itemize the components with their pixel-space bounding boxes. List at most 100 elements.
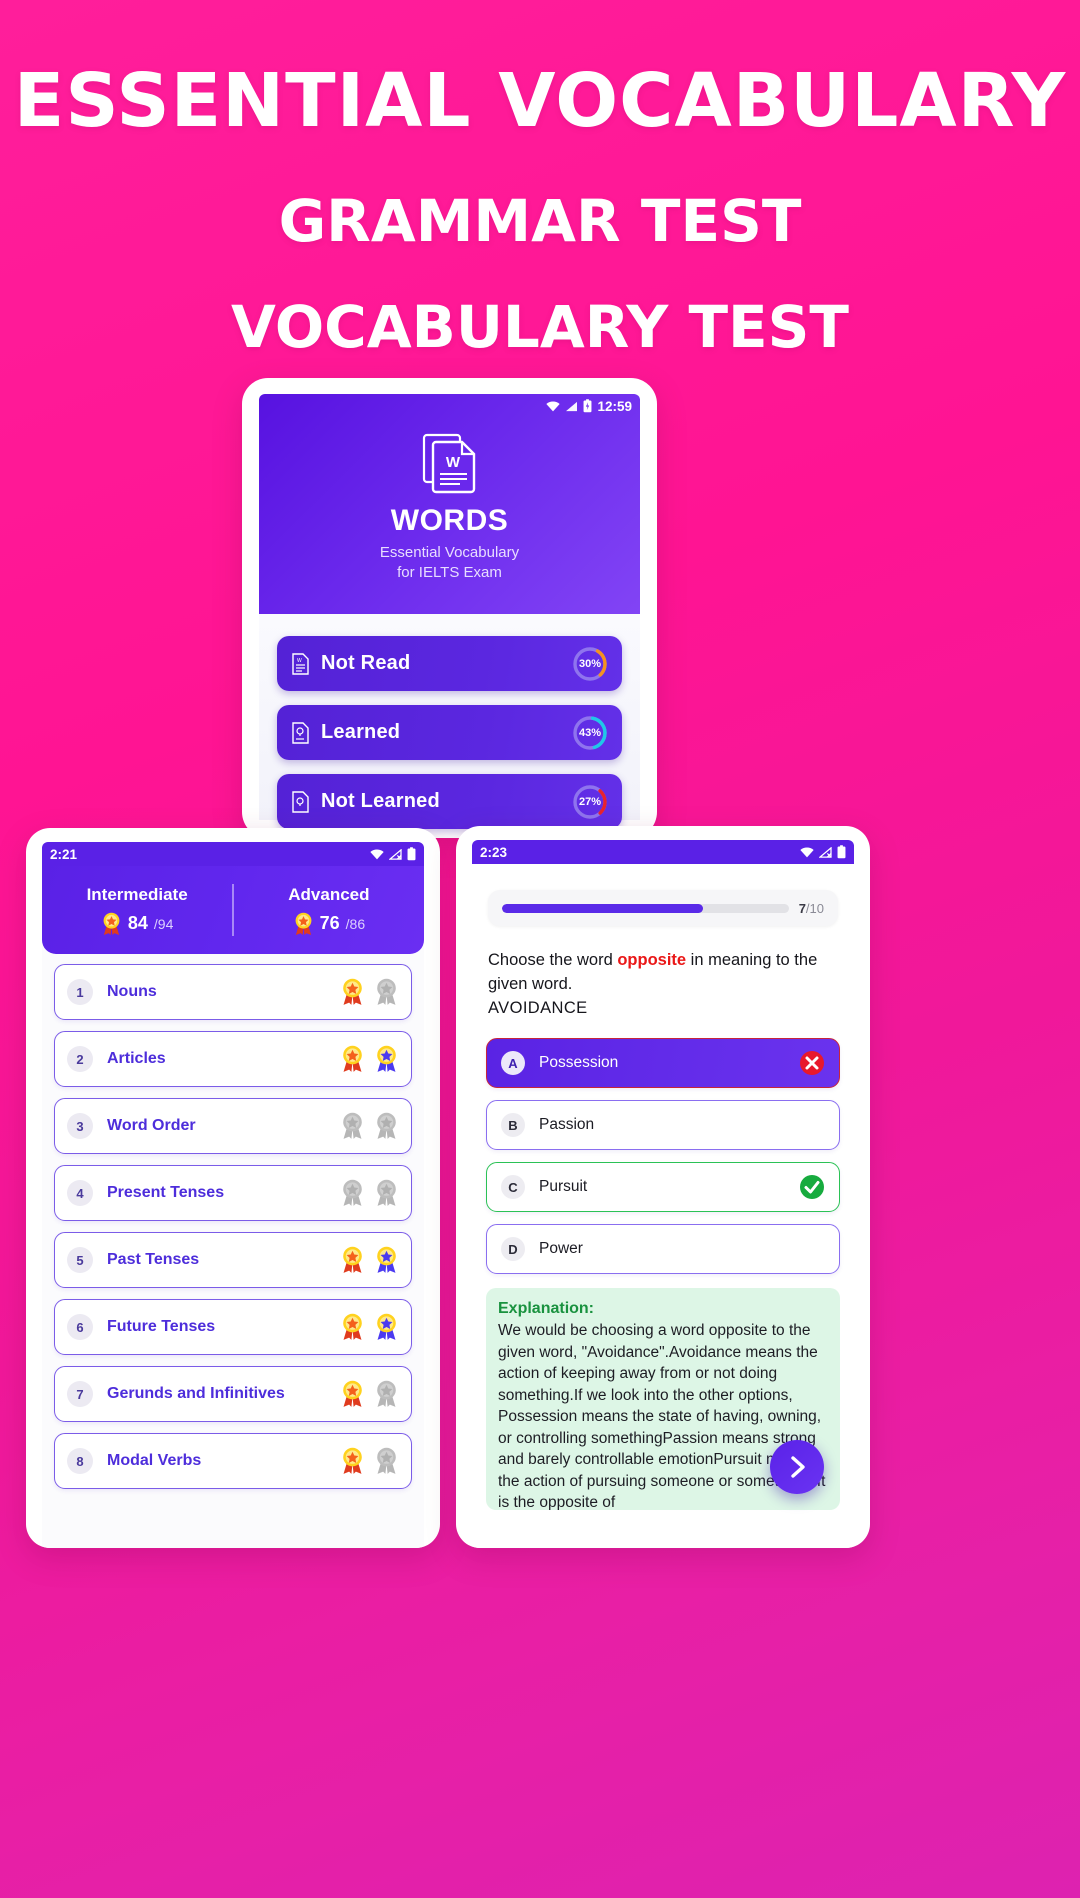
- answer-option-b[interactable]: B Passion: [486, 1100, 840, 1150]
- topic-label: Gerunds and Infinitives: [107, 1385, 285, 1402]
- status-time: 12:59: [597, 398, 632, 414]
- topic-label: Modal Verbs: [107, 1452, 202, 1469]
- answer-option-a[interactable]: A Possession: [486, 1038, 840, 1088]
- progress-ring-not-learned: 27%: [572, 784, 608, 820]
- progress-bar-track: [502, 903, 789, 913]
- medal-gold-icon: [343, 1380, 362, 1407]
- word-document-icon: W: [422, 433, 475, 493]
- status-time: 2:23: [480, 844, 508, 860]
- stat-card-not-learned[interactable]: Not Learned 27%: [277, 774, 622, 829]
- topic-badges: [340, 1313, 399, 1341]
- stat-percent: 30%: [578, 657, 602, 670]
- phone-mockup-topics: 2:21 Intermediate 84/94 Advanced 76 /86 …: [26, 828, 440, 1548]
- topic-badges: [340, 1246, 399, 1274]
- progress-ring-learned: 43%: [572, 715, 608, 751]
- option-text: Passion: [539, 1116, 595, 1133]
- topic-label: Future Tenses: [107, 1318, 216, 1335]
- battery-icon: [837, 845, 846, 859]
- answer-options: A Possession B Passion C Pursuit D Power: [486, 1038, 840, 1274]
- medal-gold-icon: [295, 912, 312, 935]
- level-advanced[interactable]: Advanced 76/86: [234, 885, 424, 936]
- topic-row[interactable]: 6 Future Tenses: [54, 1299, 412, 1355]
- topic-number: 4: [67, 1180, 93, 1206]
- next-question-button[interactable]: [770, 1440, 824, 1494]
- option-key: A: [501, 1051, 525, 1075]
- medal-grey-icon: [377, 1112, 396, 1139]
- medal-gold-icon: [343, 1045, 362, 1072]
- stat-label: Learned: [321, 721, 401, 743]
- topic-number: 8: [67, 1448, 93, 1474]
- level-intermediate[interactable]: Intermediate 84/94: [42, 885, 232, 936]
- topic-row[interactable]: 5 Past Tenses: [54, 1232, 412, 1288]
- progress-count: 7/10: [799, 901, 824, 916]
- signal-off-icon: [389, 848, 402, 860]
- wifi-icon: [800, 847, 814, 857]
- topics-screen: 2:21 Intermediate 84/94 Advanced 76 /86 …: [42, 842, 424, 1548]
- question-prefix: Choose the word: [488, 951, 618, 969]
- headline-secondary: GRAMMAR TEST: [278, 187, 802, 255]
- phone-mockup-quiz: 2:23 7/10 Choose the word opposite in me…: [456, 826, 870, 1548]
- signal-icon: [566, 401, 578, 411]
- svg-text:W: W: [445, 454, 460, 471]
- stat-label: Not Read: [321, 652, 411, 674]
- check-icon: [800, 1175, 824, 1199]
- app-title: WORDS: [390, 503, 509, 537]
- topic-badges: [340, 1179, 399, 1207]
- medal-gold-icon: [343, 1246, 362, 1273]
- answer-option-d[interactable]: D Power: [486, 1224, 840, 1274]
- level-score-total: /86: [345, 915, 366, 932]
- topic-row[interactable]: 4 Present Tenses: [54, 1165, 412, 1221]
- status-bar-quiz: 2:23: [472, 840, 854, 864]
- topic-badges: [340, 978, 399, 1006]
- option-key: C: [501, 1175, 525, 1199]
- level-score: 84/94: [42, 912, 232, 936]
- stat-card-learned[interactable]: Learned 43%: [277, 705, 622, 760]
- progress-ring-not-read: 30%: [572, 646, 608, 682]
- topic-row[interactable]: 3 Word Order: [54, 1098, 412, 1154]
- topic-badges: [340, 1380, 399, 1408]
- app-subtitle-line-1: Essential Vocabulary: [379, 543, 520, 561]
- topic-list: 1 Nouns 2 Articles 3 Word Order 4 Present Tense…: [42, 954, 424, 1489]
- answer-option-c[interactable]: C Pursuit: [486, 1162, 840, 1212]
- topic-row[interactable]: 7 Gerunds and Infinitives: [54, 1366, 412, 1422]
- app-subtitle: Essential Vocabulary for IELTS Exam: [380, 543, 519, 583]
- medal-grey-icon: [343, 1112, 362, 1139]
- medal-grey-icon: [377, 1380, 396, 1407]
- medal-grey-icon: [377, 978, 396, 1005]
- topic-row[interactable]: 1 Nouns: [54, 964, 412, 1020]
- progress-bar-fill: [502, 903, 703, 913]
- stat-label: Not Learned: [321, 790, 440, 812]
- home-stat-cards: W Not Read 30% Learned 43% Not Learned 2…: [259, 614, 640, 829]
- quiz-screen: 2:23 7/10 Choose the word opposite in me…: [472, 840, 854, 1548]
- doc-word-icon: W: [292, 652, 309, 675]
- topic-row[interactable]: 2 Articles: [54, 1031, 412, 1087]
- level-name: Intermediate: [86, 884, 188, 904]
- progress-current: 7: [798, 900, 806, 916]
- level-name: Advanced: [288, 884, 370, 904]
- topic-badges: [340, 1447, 399, 1475]
- medal-gold-icon: [343, 1313, 362, 1340]
- medal-blue-icon: [377, 1246, 396, 1273]
- level-score-value: 84: [127, 913, 148, 933]
- doc-bulb-icon: [292, 721, 309, 744]
- topic-number: 6: [67, 1314, 93, 1340]
- topic-number: 2: [67, 1046, 93, 1072]
- topic-row[interactable]: 8 Modal Verbs: [54, 1433, 412, 1489]
- option-text: Possession: [539, 1054, 619, 1071]
- headline-tertiary: VOCABULARY TEST: [231, 293, 849, 361]
- phone-mockup-home: 12:59 W WORDS Essential Vocabulary for I…: [242, 378, 657, 838]
- medal-gold-icon: [343, 1447, 362, 1474]
- option-text: Pursuit: [539, 1178, 588, 1195]
- medal-blue-icon: [377, 1313, 396, 1340]
- topic-badges: [340, 1112, 399, 1140]
- question-highlight: opposite: [617, 951, 687, 969]
- topic-label: Nouns: [107, 983, 157, 1000]
- app-subtitle-line-2: for IELTS Exam: [397, 563, 502, 581]
- battery-icon: [584, 399, 592, 413]
- status-time: 2:21: [50, 846, 78, 862]
- stat-percent: 43%: [578, 726, 602, 739]
- stat-card-not-read[interactable]: W Not Read 30%: [277, 636, 622, 691]
- chevron-right-icon: [791, 1456, 805, 1478]
- cross-icon: [800, 1051, 824, 1075]
- medal-gold-icon: [103, 912, 120, 935]
